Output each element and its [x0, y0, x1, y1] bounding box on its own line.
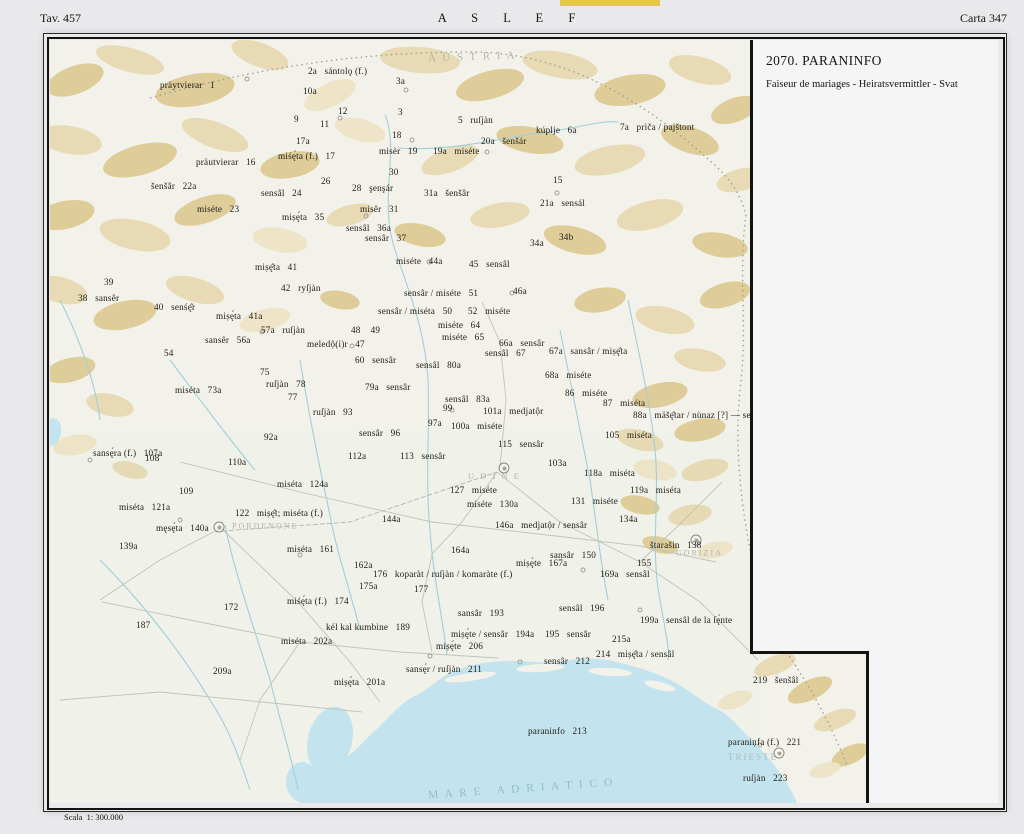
- carta-number: Carta 347: [960, 11, 1007, 25]
- sheet-frame-inner: [47, 37, 1005, 810]
- atlas-title: A S L E F: [437, 11, 587, 25]
- sheet-number: Tav. 457: [40, 11, 82, 25]
- scale-label: Scala 1: 300.000: [64, 812, 124, 822]
- atlas-sheet-page: Tav. 457 A S L E F Carta 347 A U S T R I…: [0, 0, 1024, 834]
- yellow-tab-marker: [560, 0, 660, 6]
